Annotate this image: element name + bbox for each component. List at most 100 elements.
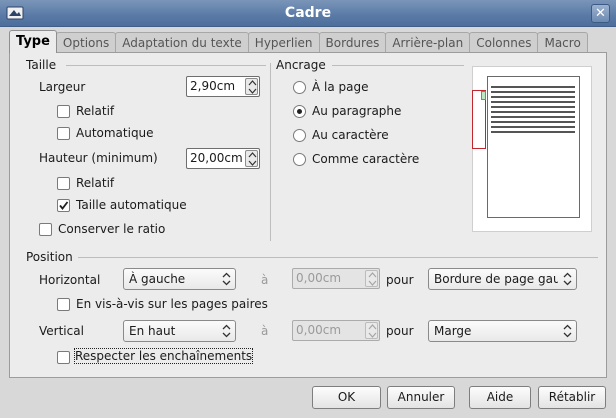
tab-panel-type: Taille Largeur 2,90cm Relatif Automatiqu…: [9, 52, 607, 378]
follow-flow-label: Respecter les enchaînements: [73, 348, 254, 364]
anchor-paragraph-radio[interactable]: [293, 105, 306, 118]
position-separator: [78, 257, 598, 258]
cancel-button[interactable]: Annuler: [387, 386, 455, 409]
title-bar: Cadre ✕: [0, 0, 616, 27]
vertical-value: En haut: [129, 324, 176, 338]
tab-background[interactable]: Arrière-plan: [385, 32, 471, 53]
anchor-separator: [332, 65, 464, 66]
frame-preview: [472, 66, 592, 232]
vertical-label: Vertical: [39, 324, 84, 338]
spin-up-icon: [248, 152, 257, 158]
anchor-character-label: Au caractère: [312, 128, 389, 142]
height-auto-label: Taille automatique: [76, 198, 187, 212]
height-spinner[interactable]: 20,00cm: [186, 148, 260, 169]
horizontal-offset-value: 0,00cm: [296, 271, 342, 285]
close-icon: ✕: [595, 6, 606, 21]
width-relative-label: Relatif: [76, 104, 115, 118]
tab-borders[interactable]: Bordures: [318, 32, 387, 53]
horizontal-combo[interactable]: À gauche: [123, 268, 236, 290]
preview-text-line: [491, 116, 575, 118]
tab-bar: Type Options Adaptation du texte Hyperli…: [9, 30, 588, 53]
spin-down-icon: [248, 160, 257, 166]
height-spin-arrows[interactable]: [245, 150, 258, 167]
horizontal-at-label: à: [261, 273, 269, 287]
anchor-page-label: À la page: [312, 80, 369, 94]
preview-text-line: [491, 86, 575, 88]
height-relative-checkbox[interactable]: [57, 177, 70, 190]
preview-page: [487, 76, 580, 218]
anchor-section-title: Ancrage: [276, 58, 326, 72]
horizontal-to-combo[interactable]: Bordure de page gauche: [428, 268, 577, 290]
reset-button[interactable]: Rétablir: [538, 386, 606, 409]
radio-selected-dot: [297, 109, 302, 114]
combo-updown-icon: [222, 272, 231, 286]
horizontal-to-value: Bordure de page gauche: [434, 272, 558, 286]
tab-options[interactable]: Options: [55, 32, 117, 53]
vertical-combo[interactable]: En haut: [123, 320, 236, 342]
tab-hyperlink[interactable]: Hyperlien: [247, 32, 320, 53]
horizontal-offset-spin-arrows[interactable]: [365, 270, 378, 287]
horizontal-offset-spinner[interactable]: 0,00cm: [292, 268, 380, 289]
position-section-title: Position: [26, 250, 73, 264]
tab-macro[interactable]: Macro: [537, 32, 588, 53]
width-spin-arrows[interactable]: [245, 78, 258, 95]
preview-text-line: [491, 101, 575, 103]
ok-button[interactable]: OK: [312, 386, 381, 409]
vertical-offset-value: 0,00cm: [296, 323, 342, 337]
width-auto-checkbox[interactable]: [57, 127, 70, 140]
window-title: Cadre: [284, 5, 332, 21]
app-icon: [6, 6, 24, 20]
preview-text-line: [491, 126, 575, 128]
anchor-page-radio[interactable]: [293, 81, 306, 94]
size-section-title: Taille: [26, 58, 57, 72]
spin-down-icon: [368, 332, 377, 338]
tab-columns[interactable]: Colonnes: [469, 32, 539, 53]
width-value: 2,90cm: [190, 79, 236, 93]
tab-wrap[interactable]: Adaptation du texte: [115, 32, 249, 53]
checkmark-icon: [59, 201, 69, 210]
horizontal-to-label: pour: [386, 273, 414, 287]
keep-ratio-checkbox[interactable]: [39, 223, 52, 236]
combo-updown-icon: [563, 272, 572, 286]
preview-text-line: [491, 96, 575, 98]
spin-down-icon: [368, 280, 377, 286]
height-relative-label: Relatif: [76, 176, 115, 190]
preview-text-line: [491, 111, 575, 113]
preview-text-line: [491, 121, 575, 123]
combo-updown-icon: [222, 324, 231, 338]
mirror-label: En vis-à-vis sur les pages paires: [76, 297, 268, 311]
follow-flow-checkbox[interactable]: [57, 351, 70, 364]
width-auto-label: Automatique: [76, 126, 154, 140]
preview-text-line: [491, 91, 575, 93]
height-auto-checkbox[interactable]: [57, 199, 70, 212]
anchor-as-character-radio[interactable]: [293, 153, 306, 166]
spin-up-icon: [248, 80, 257, 86]
vertical-offset-spinner[interactable]: 0,00cm: [292, 320, 380, 341]
anchor-paragraph-label: Au paragraphe: [312, 104, 402, 118]
keep-ratio-label: Conserver le ratio: [58, 222, 166, 236]
preview-frame-handle: [481, 91, 486, 100]
spin-up-icon: [368, 272, 377, 278]
mirror-checkbox[interactable]: [57, 298, 70, 311]
vertical-to-label: pour: [386, 324, 414, 338]
horizontal-label: Horizontal: [39, 273, 101, 287]
horizontal-value: À gauche: [129, 272, 186, 286]
vertical-to-combo[interactable]: Marge: [428, 320, 577, 342]
spin-down-icon: [248, 88, 257, 94]
help-button[interactable]: Aide: [469, 386, 531, 409]
vertical-to-value: Marge: [434, 324, 472, 338]
width-spinner[interactable]: 2,90cm: [186, 76, 260, 97]
preview-text-line: [491, 131, 575, 133]
width-relative-checkbox[interactable]: [57, 105, 70, 118]
preview-text-line: [491, 106, 575, 108]
section-divider: [270, 63, 271, 241]
anchor-character-radio[interactable]: [293, 129, 306, 142]
height-label: Hauteur (minimum): [39, 151, 158, 165]
vertical-offset-spin-arrows[interactable]: [365, 322, 378, 339]
anchor-as-character-label: Comme caractère: [312, 152, 420, 166]
tab-type[interactable]: Type: [9, 30, 57, 53]
combo-updown-icon: [563, 324, 572, 338]
width-label: Largeur: [39, 80, 86, 94]
close-button[interactable]: ✕: [591, 4, 610, 23]
spin-up-icon: [368, 324, 377, 330]
